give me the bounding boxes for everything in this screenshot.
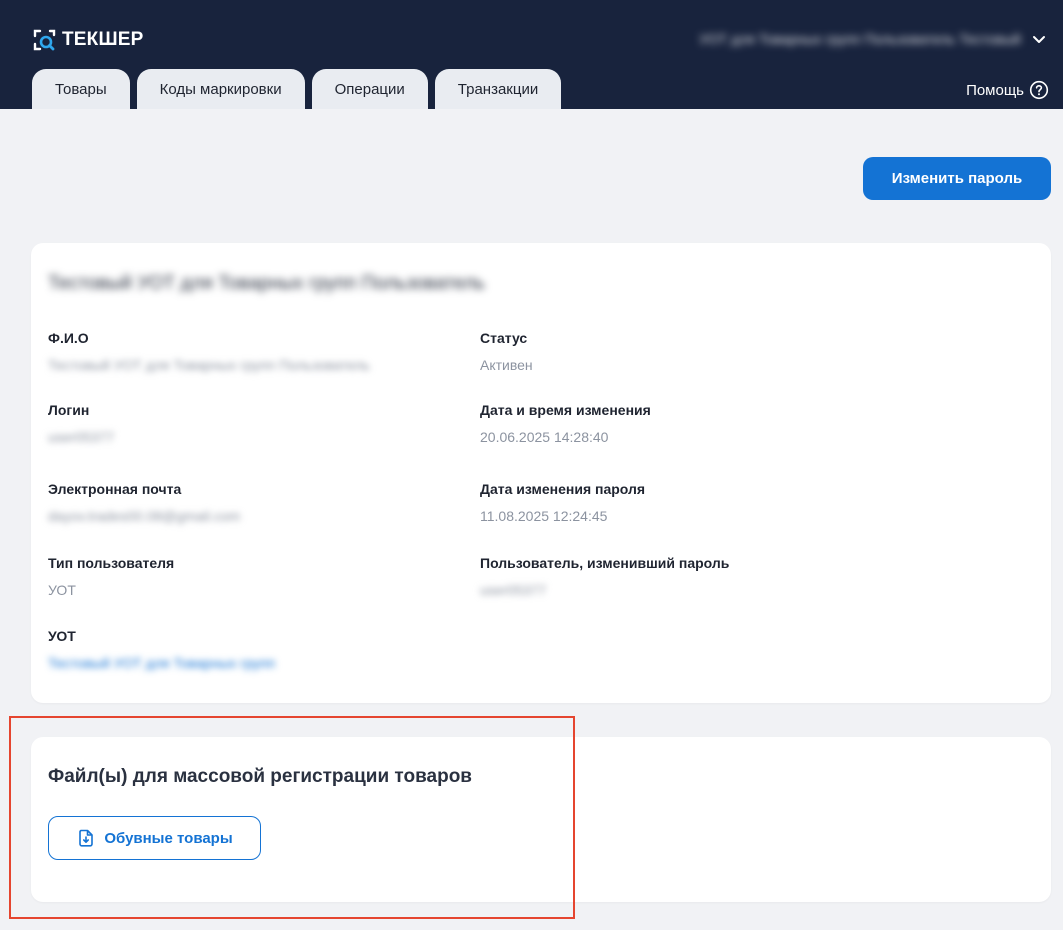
tab-transactions[interactable]: Транзакции <box>434 69 562 109</box>
change-password-button[interactable]: Изменить пароль <box>863 157 1051 200</box>
login-value: user05377 <box>48 429 115 445</box>
download-label: Обувные товары <box>104 829 233 847</box>
field-login: Логин user05377 <box>48 402 114 445</box>
field-password-changed-at: Дата изменения пароля 11.08.2025 12:24:4… <box>480 481 645 524</box>
user-type-value: УОТ <box>48 582 76 598</box>
logo-text: ТЕКШЕР <box>62 29 144 50</box>
email-value: dayov.trades00.08@gmail.com <box>48 508 241 524</box>
field-status: Статус Активен <box>480 330 533 373</box>
mass-registration-files-card: Файл(ы) для массовой регистрации товаров… <box>31 737 1051 902</box>
status-label: Статус <box>480 330 528 346</box>
main-tabs: Товары Коды маркировки Операции Транзакц… <box>32 69 562 109</box>
uot-label: УОТ <box>48 628 76 644</box>
help-label: Помощь <box>966 81 1024 99</box>
login-label: Логин <box>48 402 90 418</box>
field-user-type: Тип пользователя УОТ <box>48 555 174 598</box>
fio-label: Ф.И.О <box>48 330 89 346</box>
changed-at-label: Дата и время изменения <box>480 402 651 418</box>
email-label: Электронная почта <box>48 481 182 497</box>
user-type-label: Тип пользователя <box>48 555 175 571</box>
profile-heading: Тестовый УОТ для Товарных групп Пользова… <box>48 273 485 294</box>
chevron-down-icon <box>1033 36 1045 43</box>
help-link[interactable]: Помощь <box>966 80 1049 100</box>
status-value: Активен <box>480 357 533 373</box>
field-fio: Ф.И.О Тестовый УОТ для Товарных групп По… <box>48 330 370 373</box>
logo-icon <box>33 29 56 51</box>
tab-operations[interactable]: Операции <box>311 69 428 109</box>
changed-at-value: 20.06.2025 14:28:40 <box>480 429 609 445</box>
file-download-icon <box>79 829 94 847</box>
user-profile-card: Тестовый УОТ для Товарных групп Пользова… <box>31 243 1051 703</box>
user-name: УОТ для Товарных групп Пользователь Тест… <box>699 31 1021 47</box>
fio-value: Тестовый УОТ для Товарных групп Пользова… <box>48 357 370 373</box>
field-password-changed-by: Пользователь, изменивший пароль user0537… <box>480 555 729 598</box>
password-changed-by-label: Пользователь, изменивший пароль <box>480 555 730 571</box>
password-changed-at-value: 11.08.2025 12:24:45 <box>480 508 608 524</box>
field-uot: УОТ Тестовый УОТ для Товарных групп <box>48 628 275 671</box>
user-menu[interactable]: УОТ для Товарных групп Пользователь Тест… <box>699 22 1047 56</box>
top-header: ТЕКШЕР УОТ для Товарных групп Пользовате… <box>0 0 1063 109</box>
password-changed-by-value: user05377 <box>480 582 547 598</box>
tab-products[interactable]: Товары <box>32 69 130 109</box>
field-changed-at: Дата и время изменения 20.06.2025 14:28:… <box>480 402 651 445</box>
download-shoes-file-button[interactable]: Обувные товары <box>48 816 261 860</box>
tab-marking-codes[interactable]: Коды маркировки <box>136 69 305 109</box>
uot-link[interactable]: Тестовый УОТ для Товарных групп <box>48 655 275 671</box>
files-title: Файл(ы) для массовой регистрации товаров <box>48 766 472 787</box>
app-logo[interactable]: ТЕКШЕР <box>32 27 144 53</box>
password-changed-at-label: Дата изменения пароля <box>480 481 646 497</box>
field-email: Электронная почта dayov.trades00.08@gmai… <box>48 481 240 524</box>
help-icon <box>1029 80 1049 100</box>
